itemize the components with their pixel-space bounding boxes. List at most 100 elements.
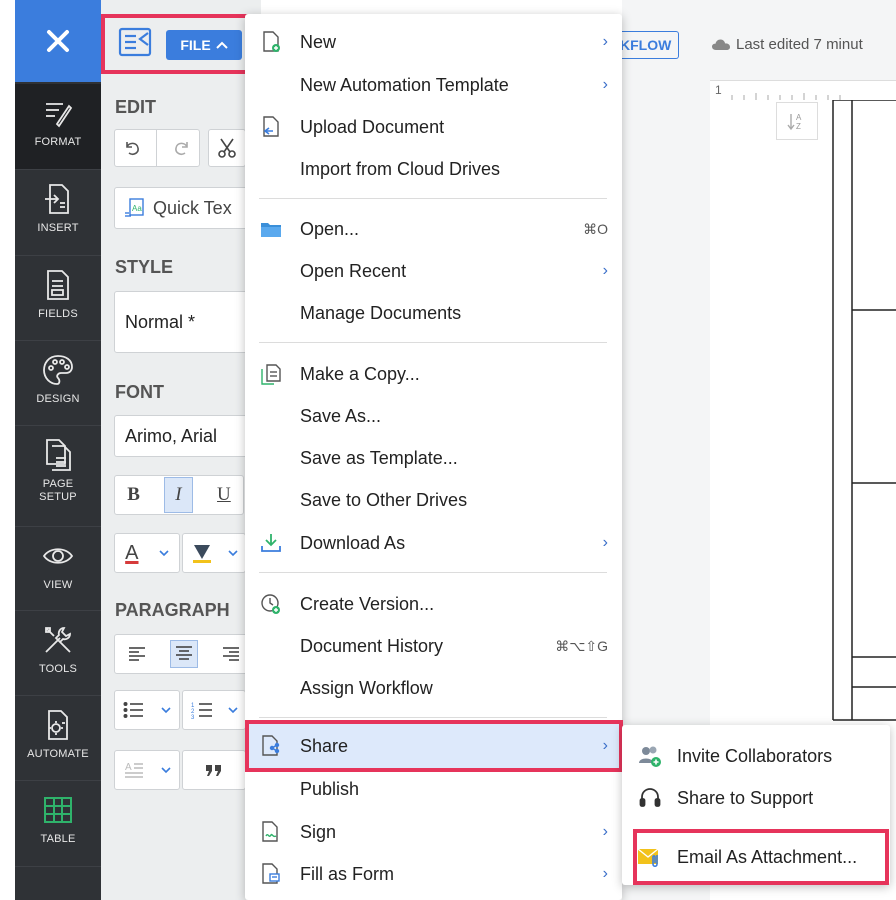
sidebar-item-format[interactable]: FORMAT bbox=[15, 84, 101, 169]
menu-item-upload-document[interactable]: Upload Document bbox=[245, 106, 622, 148]
font-color-button[interactable]: A bbox=[125, 542, 138, 565]
cloud-icon bbox=[712, 39, 730, 50]
menu-item-assign-workflow[interactable]: Assign Workflow bbox=[245, 667, 622, 709]
menu-item-create-version[interactable]: Create Version... bbox=[245, 583, 622, 625]
sidebar-item-page-setup[interactable]: PAGE SETUP bbox=[15, 426, 101, 526]
menu-item-label: Fill as Form bbox=[300, 863, 394, 884]
sidebar-divider bbox=[15, 866, 101, 867]
align-center-icon[interactable] bbox=[169, 640, 198, 668]
sidebar-item-label: TABLE bbox=[40, 833, 76, 845]
highlight-color-control[interactable] bbox=[182, 533, 246, 573]
sidebar-item-design[interactable]: DESIGN bbox=[15, 341, 101, 426]
quick-text-label: Quick Tex bbox=[153, 197, 232, 218]
menu-item-save-other-drives[interactable]: Save to Other Drives bbox=[245, 479, 622, 521]
collaborators-icon bbox=[637, 743, 663, 769]
sidebar-item-view[interactable]: VIEW bbox=[15, 527, 101, 612]
font-select[interactable]: Arimo, Arial bbox=[114, 415, 254, 457]
automate-icon bbox=[41, 708, 75, 742]
sidebar-item-label: FIELDS bbox=[38, 308, 78, 320]
sidebar-item-label: INSERT bbox=[37, 222, 79, 234]
bullet-list-icon bbox=[123, 701, 143, 719]
align-left-icon[interactable] bbox=[127, 646, 147, 662]
menu-item-publish[interactable]: Publish bbox=[245, 768, 622, 810]
submenu-item-invite-collaborators[interactable]: Invite Collaborators bbox=[622, 735, 890, 777]
menu-item-label: New bbox=[300, 31, 337, 52]
menu-item-save-as-template[interactable]: Save as Template... bbox=[245, 437, 622, 479]
page-setup-icon bbox=[41, 438, 75, 472]
chevron-down-icon bbox=[161, 767, 171, 774]
menu-item-fill-as-form[interactable]: Fill as Form › bbox=[245, 853, 622, 895]
ruler-ticks bbox=[731, 93, 841, 101]
menu-item-new[interactable]: New › bbox=[245, 21, 622, 63]
shortcut-label: ⌘O bbox=[583, 220, 608, 237]
sidebar-item-fields[interactable]: FIELDS bbox=[15, 256, 101, 341]
chevron-right-icon: › bbox=[602, 76, 608, 93]
menu-item-label: Manage Documents bbox=[300, 302, 462, 323]
view-icon bbox=[41, 539, 75, 573]
sidebar-item-insert[interactable]: INSERT bbox=[15, 170, 101, 255]
menu-item-manage-documents[interactable]: Manage Documents bbox=[245, 292, 622, 334]
quick-text-button[interactable]: Aa Quick Tex bbox=[114, 187, 254, 229]
workflow-button[interactable]: KFLOW bbox=[622, 31, 679, 59]
close-button[interactable] bbox=[15, 0, 101, 82]
upload-icon bbox=[259, 115, 283, 139]
menu-item-import-cloud[interactable]: Import from Cloud Drives bbox=[245, 148, 622, 190]
shortcut-label: ⌘⌥⇧G bbox=[555, 637, 608, 654]
undo-icon[interactable] bbox=[122, 138, 142, 158]
font-value: Arimo, Arial bbox=[125, 425, 218, 446]
menu-item-new-automation-template[interactable]: New Automation Template › bbox=[245, 64, 622, 106]
menu-item-make-copy[interactable]: Make a Copy... bbox=[245, 353, 622, 395]
numbered-list-control[interactable]: 123 bbox=[182, 690, 246, 730]
svg-text:A: A bbox=[125, 762, 132, 773]
sidebar-item-label: PAGE SETUP bbox=[39, 478, 77, 503]
cut-button[interactable] bbox=[208, 129, 246, 167]
menu-item-sign[interactable]: Sign › bbox=[245, 811, 622, 853]
redo-icon[interactable] bbox=[172, 138, 192, 158]
menu-item-label: Open Recent bbox=[300, 260, 407, 281]
ruler: 1 bbox=[710, 80, 896, 102]
chevron-down-icon bbox=[227, 707, 238, 714]
format-icon bbox=[41, 96, 75, 130]
sidebar-item-tools[interactable]: TOOLS bbox=[15, 611, 101, 696]
sidebar-item-label: AUTOMATE bbox=[27, 748, 89, 760]
sidebar-item-automate[interactable]: AUTOMATE bbox=[15, 696, 101, 781]
italic-button[interactable]: I bbox=[164, 477, 193, 513]
align-right-icon[interactable] bbox=[221, 646, 241, 662]
bullet-list-control[interactable] bbox=[114, 690, 180, 730]
window-edge bbox=[0, 0, 15, 900]
sidebar-item-label: FORMAT bbox=[34, 136, 82, 148]
font-section-title: FONT bbox=[115, 382, 164, 402]
menu-item-save-as[interactable]: Save As... bbox=[245, 395, 622, 437]
highlight-color-icon bbox=[192, 545, 211, 563]
menu-item-download-as[interactable]: Download As › bbox=[245, 522, 622, 564]
submenu-item-share-support[interactable]: Share to Support bbox=[622, 777, 890, 819]
last-edited-status[interactable]: Last edited 7 minut bbox=[712, 36, 863, 53]
menu-divider bbox=[259, 717, 607, 718]
menu-item-label: Publish bbox=[300, 778, 360, 799]
underline-button[interactable]: U bbox=[217, 484, 231, 506]
menu-item-label: Open... bbox=[300, 218, 360, 239]
style-select[interactable]: Normal * bbox=[114, 291, 254, 353]
new-doc-icon bbox=[259, 30, 283, 54]
undo-redo-group bbox=[114, 129, 200, 167]
numbered-list-icon: 123 bbox=[191, 703, 212, 719]
blockquote-control[interactable] bbox=[182, 750, 246, 790]
text-indent-control[interactable]: A bbox=[114, 750, 180, 790]
style-section-title: STYLE bbox=[115, 257, 174, 277]
chevron-right-icon: › bbox=[602, 823, 608, 840]
menu-item-label: Import from Cloud Drives bbox=[300, 158, 501, 179]
bold-button[interactable]: B bbox=[127, 484, 140, 506]
submenu-item-label: Share to Support bbox=[677, 787, 814, 808]
menu-item-open-recent[interactable]: Open Recent › bbox=[245, 250, 622, 292]
copy-icon bbox=[259, 362, 283, 386]
sign-icon bbox=[259, 820, 283, 844]
file-button-highlight bbox=[101, 14, 250, 74]
chevron-right-icon: › bbox=[602, 865, 608, 882]
menu-item-open[interactable]: Open... ⌘O bbox=[245, 208, 622, 250]
sidebar-item-table[interactable]: TABLE bbox=[15, 781, 101, 866]
menu-item-label: Save to Other Drives bbox=[300, 489, 468, 510]
font-color-control[interactable]: A bbox=[114, 533, 180, 573]
chevron-right-icon: › bbox=[602, 262, 608, 279]
quote-icon bbox=[206, 765, 221, 776]
menu-item-document-history[interactable]: Document History ⌘⌥⇧G bbox=[245, 625, 622, 667]
